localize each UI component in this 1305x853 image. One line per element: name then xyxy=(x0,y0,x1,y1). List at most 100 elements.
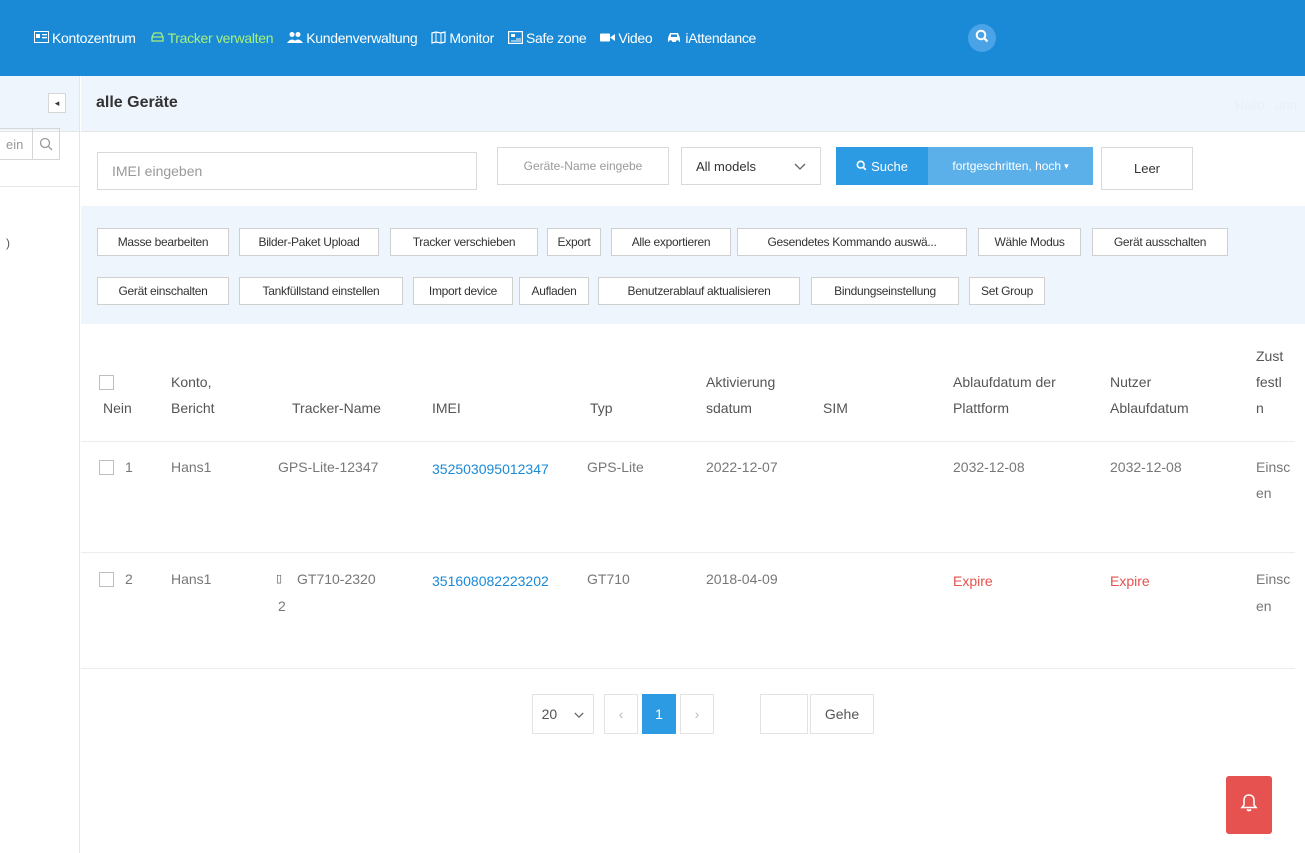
row-divider xyxy=(81,552,1295,553)
imei-input[interactable]: IMEI eingeben xyxy=(97,152,477,190)
nav-item-tracker-verwalten[interactable]: Tracker verwalten xyxy=(150,30,274,46)
column-header-tracker-name[interactable]: Tracker-Name xyxy=(292,398,381,418)
geofence-icon xyxy=(507,30,523,46)
row-tracker-name-line2: 2 xyxy=(278,598,286,614)
column-header-user-expiry[interactable]: Nutzer xyxy=(1110,372,1151,392)
row-activation-date: 2022-12-07 xyxy=(706,459,778,475)
column-header-type[interactable]: Typ xyxy=(590,398,613,418)
row-platform-expiry: 2032-12-08 xyxy=(953,459,1025,475)
row-checkbox[interactable] xyxy=(99,460,114,475)
row-checkbox[interactable] xyxy=(99,572,114,587)
nav-item-monitor[interactable]: Monitor xyxy=(431,30,494,46)
row-divider xyxy=(81,668,1295,669)
global-search-button[interactable] xyxy=(968,24,996,52)
nav-item-video[interactable]: Video xyxy=(600,30,653,46)
search-icon xyxy=(975,29,989,48)
user-greeting[interactable]: Hallo , ahn xyxy=(1235,98,1297,113)
column-header-account-line2: Bericht xyxy=(171,400,215,416)
nav-item-safe-zone[interactable]: Safe zone xyxy=(507,30,587,46)
left-sidebar: ◂ xyxy=(0,76,80,853)
update-user-expiry-button[interactable]: Benutzerablauf aktualisieren xyxy=(598,277,800,305)
row-tracker-name: GPS-Lite-12347 xyxy=(278,459,379,475)
car-outline-icon xyxy=(150,31,165,45)
model-select[interactable]: All models xyxy=(681,147,821,185)
export-all-button[interactable]: Alle exportieren xyxy=(611,228,731,256)
row-state-line2: en xyxy=(1256,485,1272,501)
nav-label: Safe zone xyxy=(525,30,587,46)
select-all-checkbox[interactable] xyxy=(99,375,114,390)
sidebar-search[interactable]: ein xyxy=(0,128,60,160)
search-icon[interactable] xyxy=(31,129,59,159)
sidebar-collapse-button[interactable]: ◂ xyxy=(48,93,66,113)
column-header-state-line3: n xyxy=(1256,400,1264,416)
export-button[interactable]: Export xyxy=(547,228,601,256)
nav-item-kundenverwaltung[interactable]: Kundenverwaltung xyxy=(287,30,418,46)
set-group-button[interactable]: Set Group xyxy=(969,277,1045,305)
nav-label: Video xyxy=(618,30,653,46)
nav-item-iattendance[interactable]: iAttendance xyxy=(666,30,756,46)
row-platform-expiry: Expire xyxy=(953,573,993,589)
column-header-activation-line2: sdatum xyxy=(706,400,752,416)
goto-page-button[interactable]: Gehe xyxy=(810,694,874,734)
clear-button[interactable]: Leer xyxy=(1101,147,1193,190)
chevron-down-icon xyxy=(574,706,584,722)
caret-left-icon: ◂ xyxy=(54,97,60,108)
top-navigation: Kontozentrum Tracker verwalten Kundenver… xyxy=(0,0,1305,76)
row-tracker-name: GT710-2320 xyxy=(297,571,376,587)
column-header-activation[interactable]: Aktivierung xyxy=(706,372,775,392)
device-power-on-button[interactable]: Gerät einschalten xyxy=(97,277,229,305)
search-button[interactable]: Suche xyxy=(836,147,928,185)
row-activation-date: 2018-04-09 xyxy=(706,571,778,587)
column-header-no: Nein xyxy=(103,400,132,416)
row-user-expiry: 2032-12-08 xyxy=(1110,459,1182,475)
column-header-platform-expiry[interactable]: Ablaufdatum der xyxy=(953,372,1056,392)
model-select-value: All models xyxy=(696,158,756,174)
row-state-line2: en xyxy=(1256,598,1272,614)
search-button-label: Suche xyxy=(871,158,908,174)
car-icon xyxy=(666,31,682,46)
advanced-search-label: fortgeschritten, hoch xyxy=(952,159,1062,173)
row-imei-link[interactable]: 352503095012347 xyxy=(432,459,549,479)
users-icon xyxy=(287,31,304,46)
prev-page-button[interactable]: ‹ xyxy=(604,694,638,734)
row-state: Einsc xyxy=(1256,459,1291,475)
column-header-imei[interactable]: IMEI xyxy=(432,398,461,418)
advanced-search-button[interactable]: fortgeschritten, hoch ▾ xyxy=(928,147,1093,185)
search-icon xyxy=(856,159,867,174)
import-device-button[interactable]: Import device xyxy=(413,277,513,305)
row-imei-link[interactable]: 351608082223202 xyxy=(432,571,549,591)
sent-command-select-button[interactable]: Gesendetes Kommando auswä... xyxy=(737,228,967,256)
breadcrumb: alle Geräte Hallo , ahn xyxy=(81,76,1305,132)
goto-page-input[interactable] xyxy=(760,694,808,734)
device-name-input[interactable]: Geräte-Name eingebe xyxy=(497,147,669,185)
column-header-user-expiry-line2: Ablaufdatum xyxy=(1110,400,1189,416)
notification-button[interactable] xyxy=(1226,776,1272,834)
page-button-current[interactable]: 1 xyxy=(642,694,676,734)
recharge-button[interactable]: Aufladen xyxy=(519,277,589,305)
set-fuel-level-button[interactable]: Tankfüllstand einstellen xyxy=(239,277,403,305)
bulk-actions-panel: Masse bearbeiten Bilder-Paket Upload Tra… xyxy=(81,206,1305,324)
row-number: 1 xyxy=(125,459,133,475)
bell-icon xyxy=(1240,793,1258,818)
page-size-value: 20 xyxy=(541,706,558,722)
binding-settings-button[interactable]: Bindungseinstellung xyxy=(811,277,959,305)
nav-item-kontozentrum[interactable]: Kontozentrum xyxy=(34,30,136,46)
move-tracker-button[interactable]: Tracker verschieben xyxy=(390,228,538,256)
page-size-select[interactable]: 20 xyxy=(532,694,594,734)
column-header-account: Konto, xyxy=(171,374,212,390)
filter-bar: IMEI eingeben Geräte-Name eingebe All mo… xyxy=(81,133,1305,205)
row-type: GPS-Lite xyxy=(587,459,644,475)
header-divider xyxy=(81,441,1295,442)
choose-mode-button[interactable]: Wähle Modus xyxy=(978,228,1081,256)
next-page-button[interactable]: › xyxy=(680,694,714,734)
column-header-state[interactable]: Zust xyxy=(1256,346,1283,366)
sidebar-search-input[interactable]: ein xyxy=(0,137,32,152)
column-header-sim[interactable]: SIM xyxy=(823,398,848,418)
device-icon: ▯ xyxy=(276,573,283,585)
nav-label: Kundenverwaltung xyxy=(306,30,418,46)
nav-label: Monitor xyxy=(449,30,494,46)
device-power-off-button[interactable]: Gerät ausschalten xyxy=(1092,228,1228,256)
image-package-upload-button[interactable]: Bilder-Paket Upload xyxy=(239,228,379,256)
map-icon xyxy=(431,30,446,46)
mass-edit-button[interactable]: Masse bearbeiten xyxy=(97,228,229,256)
